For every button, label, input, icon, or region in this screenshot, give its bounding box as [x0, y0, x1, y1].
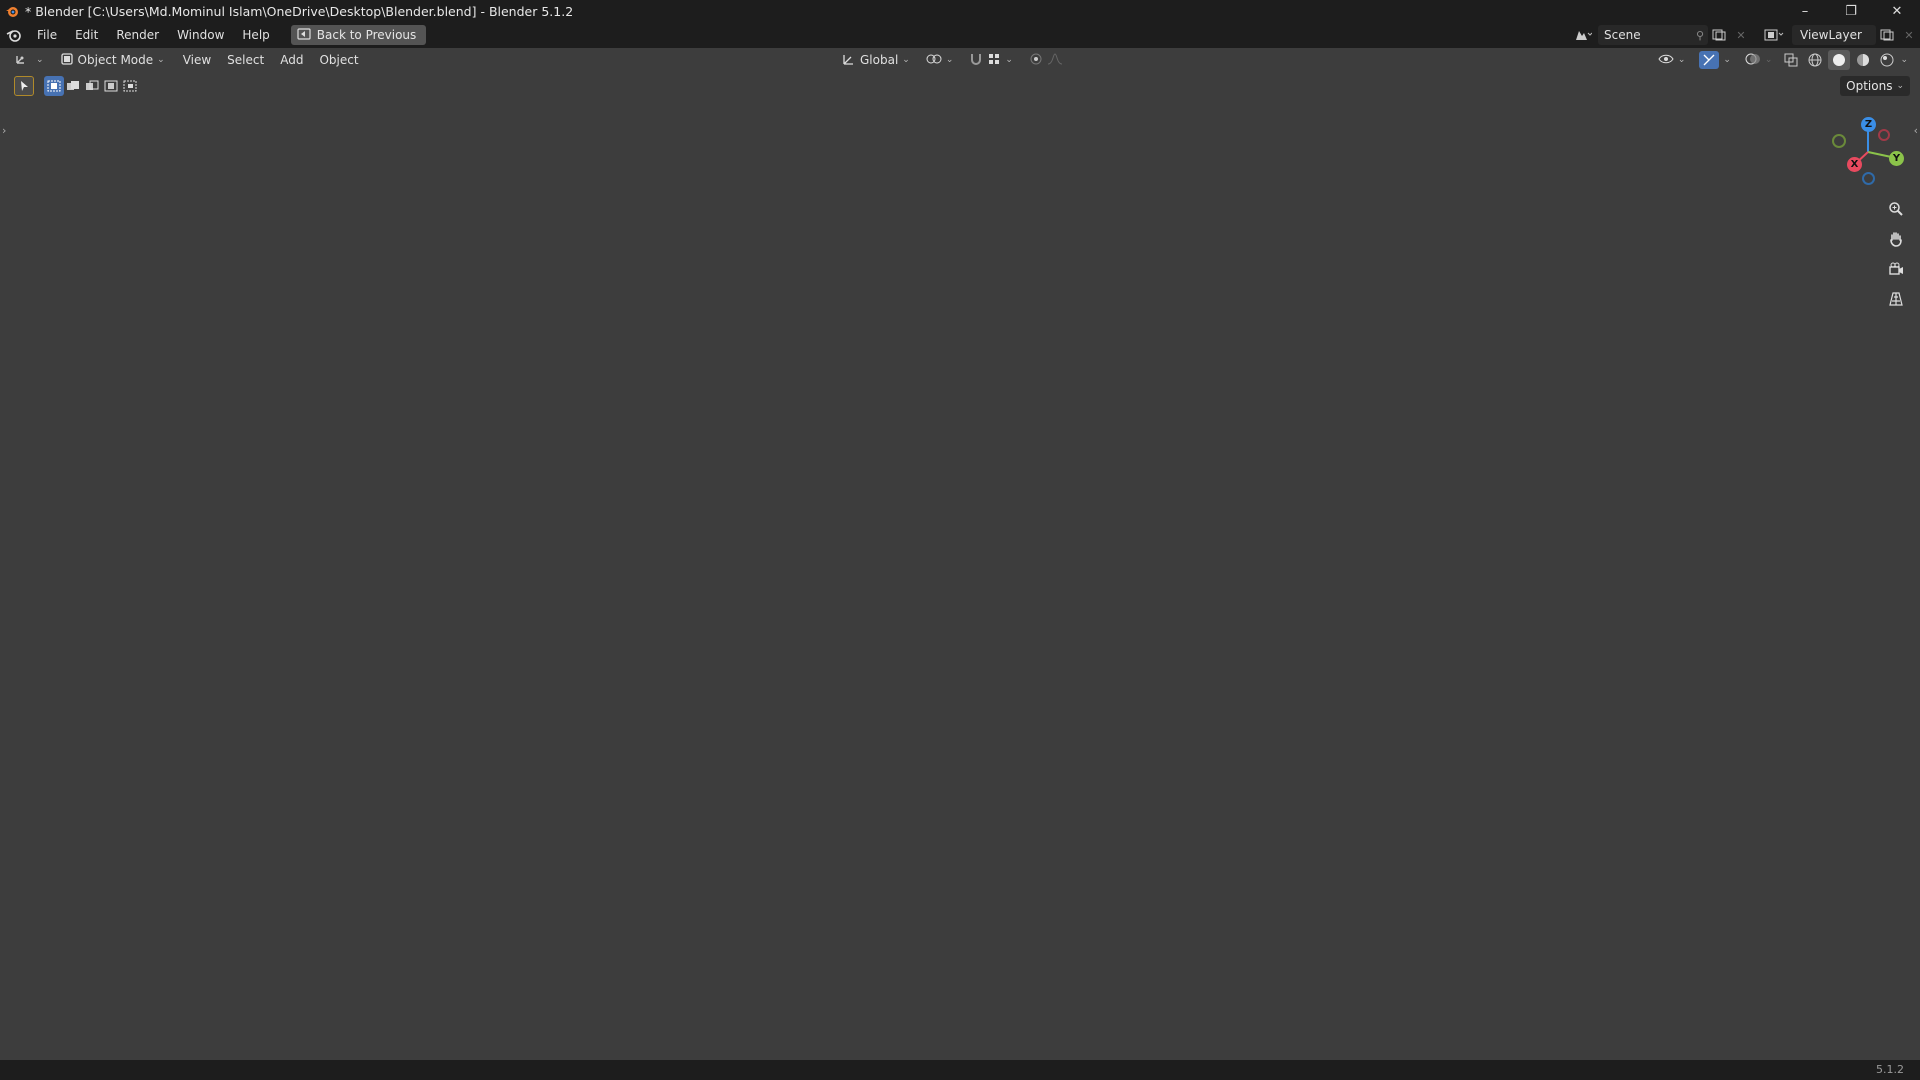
pin-icon[interactable]: ⚲ — [1696, 29, 1704, 42]
sidebar-expand-arrow-icon[interactable]: ‹ — [1914, 124, 1918, 137]
menu-file[interactable]: File — [28, 24, 66, 46]
overlays-toggle[interactable]: ⌄ — [1739, 50, 1779, 70]
menu-view[interactable]: View — [175, 53, 219, 67]
options-label: Options — [1846, 79, 1893, 93]
new-viewlayer-icon[interactable] — [1876, 25, 1898, 45]
gizmo-toggle[interactable]: ⌄ — [1693, 50, 1737, 70]
viewlayer-field[interactable]: ViewLayer — [1792, 25, 1876, 45]
minimize-button[interactable]: – — [1782, 0, 1828, 22]
xray-toggle-icon[interactable] — [1780, 50, 1802, 70]
viewlayer-selector-icon[interactable] — [1758, 25, 1792, 45]
pivot-point-dropdown[interactable]: ⌄ — [920, 50, 960, 70]
visibility-dropdown[interactable]: ⌄ — [1652, 50, 1692, 70]
snap-toggle[interactable]: ⌄ — [963, 50, 1019, 70]
menu-select[interactable]: Select — [219, 53, 272, 67]
select-mode-invert-icon[interactable] — [101, 76, 121, 96]
falloff-icon — [1047, 52, 1063, 69]
editor-type-dropdown[interactable]: ⌄ — [8, 50, 50, 70]
blender-menu-icon[interactable] — [0, 24, 28, 46]
navigation-gizmo[interactable]: Z Y X — [1822, 112, 1912, 192]
version-label: 5.1.2 — [1876, 1063, 1904, 1076]
back-to-previous-button[interactable]: Back to Previous — [290, 25, 427, 45]
material-preview-icon[interactable] — [1852, 50, 1874, 70]
gizmo-neg-z-axis[interactable] — [1862, 172, 1875, 185]
back-to-previous-icon — [297, 27, 311, 43]
transform-orientation-dropdown[interactable]: Global ⌄ — [836, 50, 916, 70]
camera-icon[interactable] — [1883, 256, 1909, 282]
title-bar: * Blender [C:\Users\Md.Mominul Islam\One… — [0, 0, 1920, 22]
gizmo-x-axis[interactable]: X — [1847, 157, 1862, 172]
scene-label: Scene — [1604, 28, 1641, 42]
top-bar: File Edit Render Window Help Back to Pre… — [0, 22, 1920, 48]
menu-edit[interactable]: Edit — [66, 24, 107, 46]
select-mode-extend-icon[interactable] — [63, 76, 83, 96]
tool-settings-row: Options ⌄ — [0, 74, 1920, 98]
eye-icon — [1658, 52, 1674, 69]
blender-icon — [5, 4, 19, 18]
select-tool-icon[interactable] — [14, 76, 34, 96]
close-button[interactable]: ✕ — [1874, 0, 1920, 22]
wireframe-shading-icon[interactable] — [1804, 50, 1826, 70]
mode-label: Object Mode — [77, 53, 154, 67]
3d-viewport[interactable] — [0, 48, 1920, 1060]
pivot-icon — [926, 52, 942, 69]
scene-field[interactable]: Scene ⚲ — [1598, 25, 1708, 45]
perspective-grid-icon[interactable] — [1883, 286, 1909, 312]
hand-icon[interactable] — [1883, 226, 1909, 252]
object-mode-icon — [60, 52, 74, 69]
gizmo-icon — [1699, 51, 1720, 69]
select-mode-new-icon[interactable] — [44, 76, 64, 96]
cylinder-object[interactable] — [0, 48, 1920, 1060]
window-title: * Blender [C:\Users\Md.Mominul Islam\One… — [25, 3, 574, 19]
gizmo-z-axis[interactable]: Z — [1861, 117, 1876, 132]
orientation-label: Global — [860, 53, 899, 67]
menu-add[interactable]: Add — [272, 53, 311, 67]
toolbar-expand-arrow-icon[interactable]: › — [2, 124, 6, 137]
mode-dropdown[interactable]: Object Mode ⌄ — [54, 50, 171, 70]
menu-window[interactable]: Window — [168, 24, 233, 46]
maximize-button[interactable]: ❐ — [1828, 0, 1874, 22]
status-bar: 5.1.2 — [0, 1060, 1920, 1080]
menu-object[interactable]: Object — [311, 53, 366, 67]
magnet-icon — [969, 52, 983, 69]
snap-grid-icon — [987, 52, 1001, 69]
select-mode-subtract-icon[interactable] — [82, 76, 102, 96]
menu-render[interactable]: Render — [107, 24, 168, 46]
orientation-icon — [842, 52, 856, 69]
3d-viewport-icon — [14, 52, 32, 69]
proportional-editing-toggle[interactable] — [1023, 50, 1069, 70]
gizmo-neg-x-axis[interactable] — [1878, 129, 1890, 141]
options-dropdown[interactable]: Options ⌄ — [1840, 76, 1910, 96]
back-to-previous-label: Back to Previous — [316, 28, 417, 42]
menu-help[interactable]: Help — [233, 24, 278, 46]
shading-options-chevron[interactable]: ⌄ — [1900, 55, 1908, 65]
viewport-header: ⌄ Object Mode ⌄ View Select Add Object G… — [0, 48, 1920, 72]
zoom-icon[interactable] — [1883, 196, 1909, 222]
delete-viewlayer-icon[interactable]: ✕ — [1898, 25, 1920, 45]
viewlayer-label: ViewLayer — [1800, 28, 1862, 42]
select-mode-intersect-icon[interactable] — [120, 76, 140, 96]
rendered-shading-icon[interactable] — [1876, 50, 1898, 70]
gizmo-y-axis[interactable]: Y — [1889, 151, 1904, 166]
solid-shading-icon[interactable] — [1828, 50, 1851, 70]
proportional-icon — [1029, 52, 1043, 69]
new-scene-icon[interactable] — [1708, 25, 1730, 45]
overlays-icon — [1745, 52, 1761, 69]
delete-scene-icon[interactable]: ✕ — [1730, 25, 1752, 45]
scene-selector-icon[interactable] — [1568, 25, 1598, 45]
gizmo-neg-y-axis[interactable] — [1832, 134, 1846, 148]
